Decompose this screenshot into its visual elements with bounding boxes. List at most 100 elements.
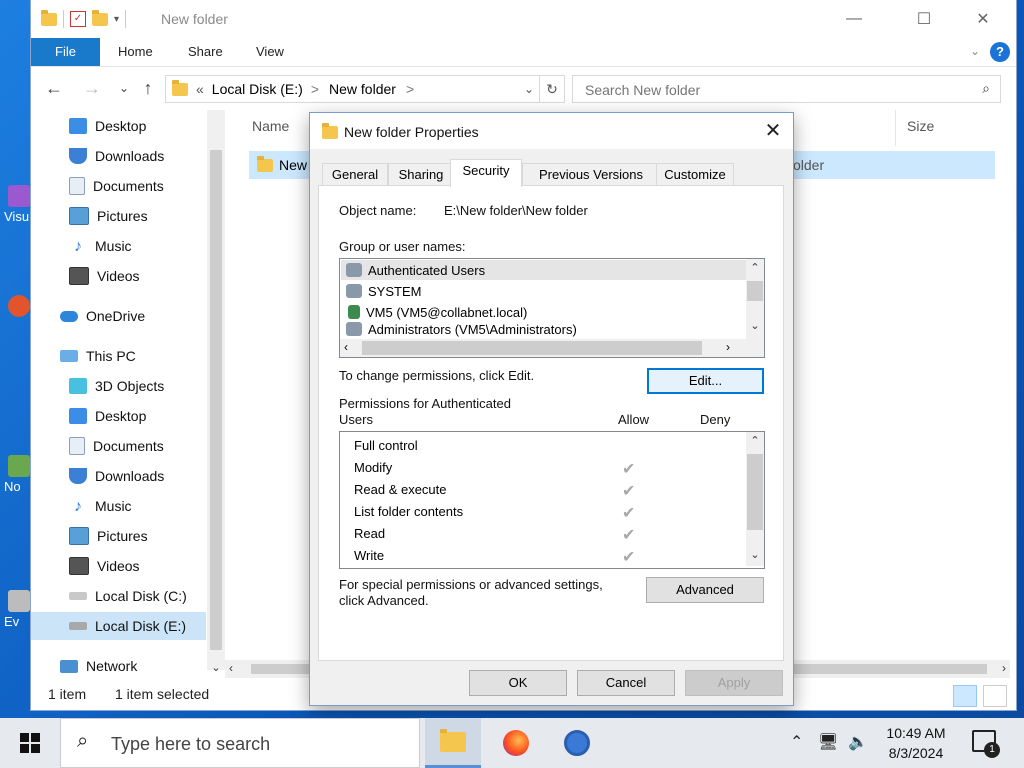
file-explorer-taskbar-button[interactable]	[425, 718, 481, 768]
sidebar-item-local-disk-e[interactable]: Local Disk (E:)	[31, 612, 206, 640]
folder-icon	[172, 79, 188, 96]
desktop-shortcut-label: Visu	[4, 209, 30, 224]
column-header-size[interactable]: Size	[907, 118, 934, 134]
permissions-list-scrollbar[interactable]: ⌃ ⌄	[746, 432, 764, 566]
address-bar[interactable]: « Local Disk (E:) > New folder > ⌄ ↻	[165, 75, 565, 103]
search-input[interactable]	[583, 81, 967, 99]
chrome-taskbar-button[interactable]	[549, 718, 605, 768]
list-item[interactable]: VM5 (VM5@collabnet.local)	[346, 302, 527, 322]
scroll-up-icon[interactable]: ⌃	[746, 432, 764, 450]
breadcrumb-local-disk[interactable]: Local Disk (E:)	[212, 81, 303, 97]
customize-toolbar-icon[interactable]: ▾	[114, 14, 119, 25]
start-button[interactable]	[0, 718, 60, 768]
new-folder-icon[interactable]	[92, 9, 108, 26]
breadcrumb-overflow[interactable]: «	[196, 81, 204, 97]
item-count: 1 item	[48, 686, 87, 702]
special-permissions-text-2: click Advanced.	[339, 593, 429, 608]
permissions-listbox[interactable]: Full control Modify ✔ Read & execute ✔ Lis…	[339, 431, 765, 569]
search-icon: ⌕	[77, 730, 89, 752]
allow-check-icon: ✔	[622, 549, 636, 566]
sidebar-item-label: 3D Objects	[95, 378, 165, 394]
tab-previous-versions[interactable]: Previous Versions	[522, 163, 660, 186]
app-icon	[8, 295, 30, 317]
scroll-up-icon[interactable]: ⌃	[746, 259, 764, 277]
sidebar-item-label: Local Disk (E:)	[95, 618, 187, 634]
music-icon: ♪	[74, 238, 82, 255]
breadcrumb-new-folder[interactable]: New folder	[329, 81, 396, 97]
help-icon[interactable]: ?	[990, 42, 1010, 62]
ok-button[interactable]: OK	[469, 670, 567, 696]
search-icon[interactable]: ⌕	[982, 80, 990, 97]
sidebar-item-label: Network	[86, 658, 138, 674]
forward-arrow-icon[interactable]: →	[81, 78, 103, 99]
allow-check-icon: ✔	[622, 505, 636, 522]
maximize-button[interactable]: ☐	[901, 0, 947, 38]
tab-home[interactable]: Home	[118, 38, 153, 66]
scrollbar-thumb[interactable]	[362, 341, 702, 355]
large-icons-view-icon[interactable]	[983, 685, 1007, 707]
user-name: VM5 (VM5@collabnet.local)	[366, 304, 528, 320]
address-dropdown-icon[interactable]: ⌄	[524, 82, 534, 96]
list-item[interactable]: Authenticated Users	[341, 260, 748, 280]
clock[interactable]: 10:49 AM 8/3/2024	[876, 723, 956, 763]
scroll-left-icon[interactable]: ‹	[344, 340, 348, 354]
scroll-down-icon[interactable]: ⌄	[746, 317, 764, 335]
firefox-taskbar-button[interactable]	[488, 718, 544, 768]
recent-locations-icon[interactable]: ⌄	[113, 81, 135, 95]
users-list-scrollbar[interactable]: ⌃ ⌄	[746, 259, 764, 339]
tab-view[interactable]: View	[256, 38, 284, 66]
back-arrow-icon[interactable]: ←	[43, 78, 65, 99]
up-arrow-icon[interactable]: ↑	[137, 78, 159, 99]
scrollbar-thumb[interactable]	[747, 454, 763, 530]
apply-button[interactable]: Apply	[685, 670, 783, 696]
selection-count: 1 item selected	[115, 686, 210, 702]
refresh-icon[interactable]: ↻	[539, 76, 564, 102]
tab-file[interactable]: File	[31, 38, 100, 66]
scroll-right-icon[interactable]: ›	[726, 340, 730, 354]
show-hidden-icons-icon[interactable]: ⌃	[790, 732, 803, 752]
column-header-name[interactable]: Name	[252, 118, 289, 134]
list-item[interactable]: SYSTEM	[346, 281, 421, 301]
expand-ribbon-icon[interactable]: ⌄	[970, 44, 980, 58]
breadcrumb-separator[interactable]: >	[406, 81, 414, 97]
advanced-button[interactable]: Advanced	[646, 577, 764, 603]
action-center-icon[interactable]: 1	[972, 730, 1000, 758]
users-list-horizontal-scrollbar[interactable]: ‹ ›	[340, 339, 764, 357]
permission-name: Read	[354, 526, 386, 541]
scroll-down-icon[interactable]: ⌄	[746, 546, 764, 564]
scroll-left-icon[interactable]: ‹	[229, 661, 233, 675]
permissions-for-label: Permissions for Authenticated	[339, 396, 511, 411]
cancel-button[interactable]: Cancel	[577, 670, 675, 696]
allow-check-icon: ✔	[622, 483, 636, 500]
volume-muted-icon[interactable]: 🔈	[848, 732, 868, 752]
list-item[interactable]: Administrators (VM5\Administrators)	[346, 322, 577, 338]
scrollbar-thumb[interactable]	[210, 150, 222, 650]
close-button[interactable]: ✕	[761, 119, 785, 143]
scrollbar-thumb[interactable]	[747, 281, 763, 301]
sidebar-item-label: Music	[95, 498, 132, 514]
tab-general[interactable]: General	[322, 163, 388, 186]
app-icon	[8, 590, 30, 612]
desktop-shortcut-red[interactable]	[4, 295, 34, 319]
taskbar-search-box[interactable]: ⌕ Type here to search	[60, 718, 420, 768]
desktop-shortcut-ev[interactable]: Ev	[4, 590, 34, 629]
network-icon[interactable]: 🖥	[818, 732, 838, 752]
tab-customize[interactable]: Customize	[656, 163, 734, 186]
minimize-button[interactable]: —	[831, 0, 877, 38]
tab-sharing[interactable]: Sharing	[388, 163, 454, 186]
scroll-right-icon[interactable]: ›	[1002, 661, 1006, 675]
tab-security[interactable]: Security	[450, 159, 522, 187]
navigation-pane-scrollbar[interactable]: ⌄	[207, 110, 225, 674]
tab-share[interactable]: Share	[188, 38, 223, 66]
search-box[interactable]: ⌕	[572, 75, 1001, 103]
details-view-icon[interactable]	[953, 685, 977, 707]
desktop-shortcut-visu[interactable]: Visu	[4, 185, 34, 224]
edit-button[interactable]: Edit...	[647, 368, 764, 394]
close-button[interactable]: ✕	[960, 0, 1006, 38]
scroll-down-icon[interactable]: ⌄	[207, 661, 225, 674]
properties-icon[interactable]: ✓	[70, 11, 86, 27]
desktop-shortcut-no[interactable]: No	[4, 455, 34, 494]
properties-dialog: New folder Properties ✕ General Sharing …	[309, 112, 794, 706]
users-listbox[interactable]: Authenticated Users SYSTEM VM5 (VM5@coll…	[339, 258, 765, 358]
breadcrumb-separator[interactable]: >	[311, 81, 319, 97]
